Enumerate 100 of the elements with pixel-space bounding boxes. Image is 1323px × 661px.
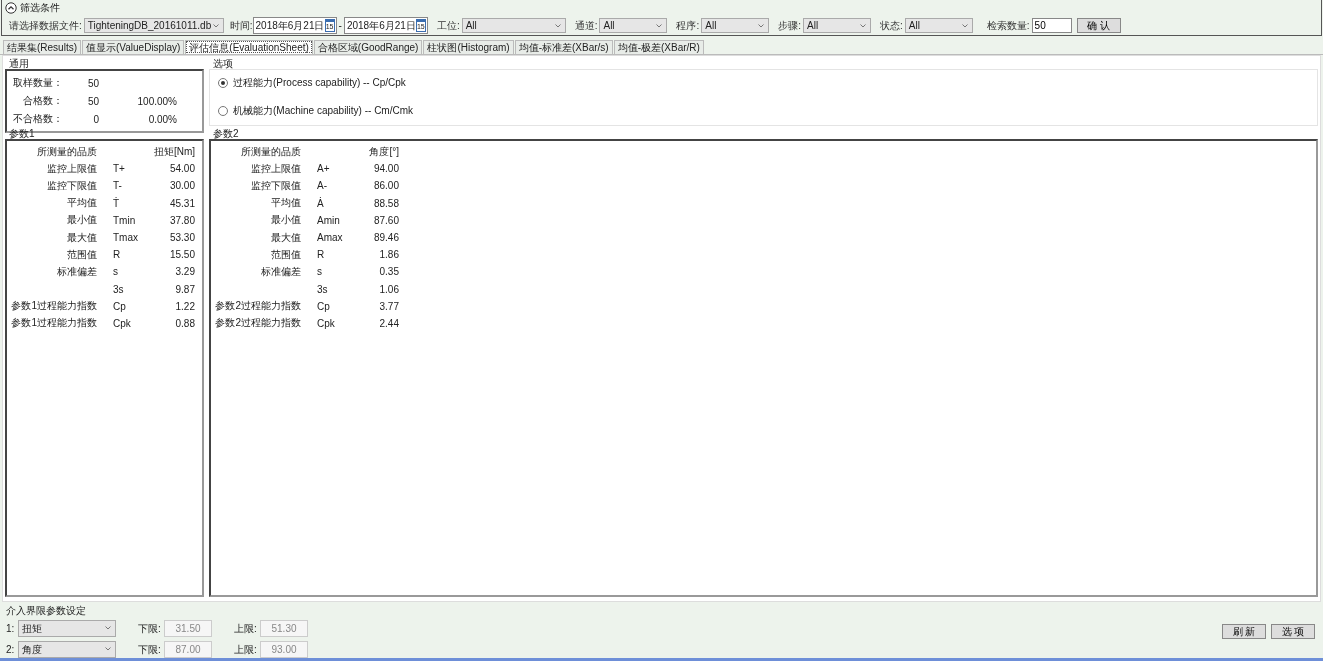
table-cell: 最小值 (67, 214, 97, 226)
table-cell: 标准偏差 (261, 265, 301, 277)
summary-percent: 0.00% (147, 113, 177, 125)
row-index: 1: (6, 623, 16, 634)
field-label: 程序: (676, 18, 700, 33)
column-header: 所测量的品质 (240, 144, 301, 159)
table-cell-text: 86.00 (372, 180, 399, 192)
table-cell-text: 87.60 (372, 214, 399, 226)
tab[interactable]: 均值-极差(XBar/R) (613, 40, 704, 54)
table-cell: Tmin (113, 214, 136, 226)
panel-title: 筛选条件 (20, 1, 60, 15)
section-title: 介入界限参数设定 (6, 605, 87, 616)
table-cell-text: 45.31 (168, 197, 195, 209)
field-label: 下限: (138, 621, 162, 636)
column-header: 角度[°] (368, 144, 399, 159)
action-button[interactable]: 刷 新 (1222, 624, 1266, 639)
summary-value: 50 (86, 77, 99, 89)
table-cell-text: 15.50 (168, 249, 195, 261)
group-title: 参数1 (8, 128, 36, 139)
tab[interactable]: 均值-标准差(XBar/s) (514, 40, 613, 54)
summary-label: 不合格数： (12, 112, 63, 126)
filter-dropdown[interactable]: All (461, 18, 566, 33)
table-cell: 监控下限值 (251, 179, 301, 191)
table-cell-text: 0.35 (378, 266, 399, 278)
table-cell-text: 88.58 (372, 197, 399, 209)
table-cell: 3s (317, 283, 328, 295)
radio-option[interactable]: 过程能力(Process capability) -- Cp/Cpk (218, 76, 1309, 90)
table-cell: s (317, 266, 322, 278)
table-cell-text: 94.00 (372, 163, 399, 175)
table-cell: Cp (317, 300, 330, 312)
field-label: 请选择数据文件: (9, 18, 82, 33)
table-cell: R (113, 249, 121, 261)
table-cell-text: 3.77 (378, 300, 399, 312)
field-label: 上限: (234, 642, 258, 657)
table-cell: 标准偏差 (57, 265, 97, 277)
table-cell: 平均值 (271, 197, 301, 209)
radio-option[interactable]: 机械能力(Machine capability) -- Cm/Cmk (218, 104, 1309, 118)
tab[interactable]: 柱状图(Histogram) (423, 40, 514, 54)
tab[interactable]: 值显示(ValueDisplay) (82, 40, 185, 54)
table-cell: Cpk (113, 317, 131, 329)
table-cell: 监控上限值 (251, 162, 301, 174)
tab[interactable]: 结果集(Results) (3, 40, 81, 54)
table-cell: 最大值 (67, 231, 97, 243)
tab[interactable]: 评估信息(EvaluationSheet) (185, 40, 313, 54)
summary-value: 0 (92, 113, 99, 125)
file-dropdown[interactable]: TighteningDB_20161011.db (83, 18, 224, 33)
filter-dropdown[interactable]: All (904, 18, 973, 33)
field-label: 工位: (436, 18, 460, 33)
table-cell: A+ (317, 163, 330, 175)
tab[interactable]: 合格区域(GoodRange) (313, 40, 423, 54)
table-cell: 监控下限值 (47, 179, 97, 191)
field-label: 状态: (880, 18, 903, 33)
table-cell: T- (113, 180, 122, 192)
row-index: 2: (6, 644, 16, 655)
table-cell-text: 1.22 (174, 300, 195, 312)
table-cell: Ṫ (113, 197, 120, 209)
table-cell: 参数1过程能力指数 (11, 317, 97, 329)
table-cell-text: 89.46 (372, 232, 399, 244)
column-header: 扭矩[Nm] (152, 144, 195, 159)
summary-label: 合格数： (22, 94, 63, 108)
table-cell-text: 30.00 (168, 180, 195, 192)
table-cell: R (317, 249, 325, 261)
table-cell: 参数1过程能力指数 (11, 300, 97, 312)
summary-label: 取样数量： (12, 76, 63, 90)
table-cell: Cpk (317, 317, 335, 329)
table-cell: 平均值 (67, 197, 97, 209)
table-cell: Amin (317, 214, 340, 226)
radio-label: 机械能力(Machine capability) -- Cm/Cmk (233, 104, 414, 118)
table-cell: Cp (113, 300, 126, 312)
table-cell-text: 9.87 (174, 283, 195, 295)
column-header: 所测量的品质 (36, 144, 97, 159)
confirm-button[interactable]: 确 认 (1076, 18, 1121, 33)
count-field[interactable]: 50 (1031, 18, 1072, 33)
filter-dropdown[interactable]: All (599, 18, 668, 33)
table-cell-text: 2.44 (378, 317, 399, 329)
table-cell: A- (317, 180, 327, 192)
field-label: 上限: (234, 621, 258, 636)
table-cell: 参数2过程能力指数 (215, 317, 301, 329)
table-cell-text: 53.30 (168, 232, 195, 244)
parameter-dropdown[interactable]: 角度 (18, 641, 116, 658)
table-cell: 最大值 (271, 231, 301, 243)
table-cell: 3s (113, 283, 124, 295)
filter-dropdown[interactable]: All (803, 18, 872, 33)
table-cell-text: 0.88 (174, 317, 195, 329)
action-button[interactable]: 选 项 (1271, 624, 1315, 639)
parameter-dropdown[interactable]: 扭矩 (18, 620, 116, 637)
filter-dropdown[interactable]: All (701, 18, 770, 33)
table-cell-text: 3.29 (174, 266, 195, 278)
field-label: 下限: (138, 642, 162, 657)
summary-value: 50 (86, 95, 99, 107)
table-cell: 监控上限值 (47, 162, 97, 174)
table-cell: s (113, 266, 118, 278)
summary-percent: 100.00% (136, 95, 177, 107)
table-cell: Ȧ (317, 197, 324, 209)
table-cell: 范围值 (271, 248, 301, 260)
group-title: 通用 (8, 58, 30, 69)
table-cell-text: 37.80 (168, 214, 195, 226)
field-label: 检索数量: (986, 18, 1030, 33)
group-title: 选项 (212, 58, 234, 69)
table-cell-text: 1.86 (378, 249, 399, 261)
